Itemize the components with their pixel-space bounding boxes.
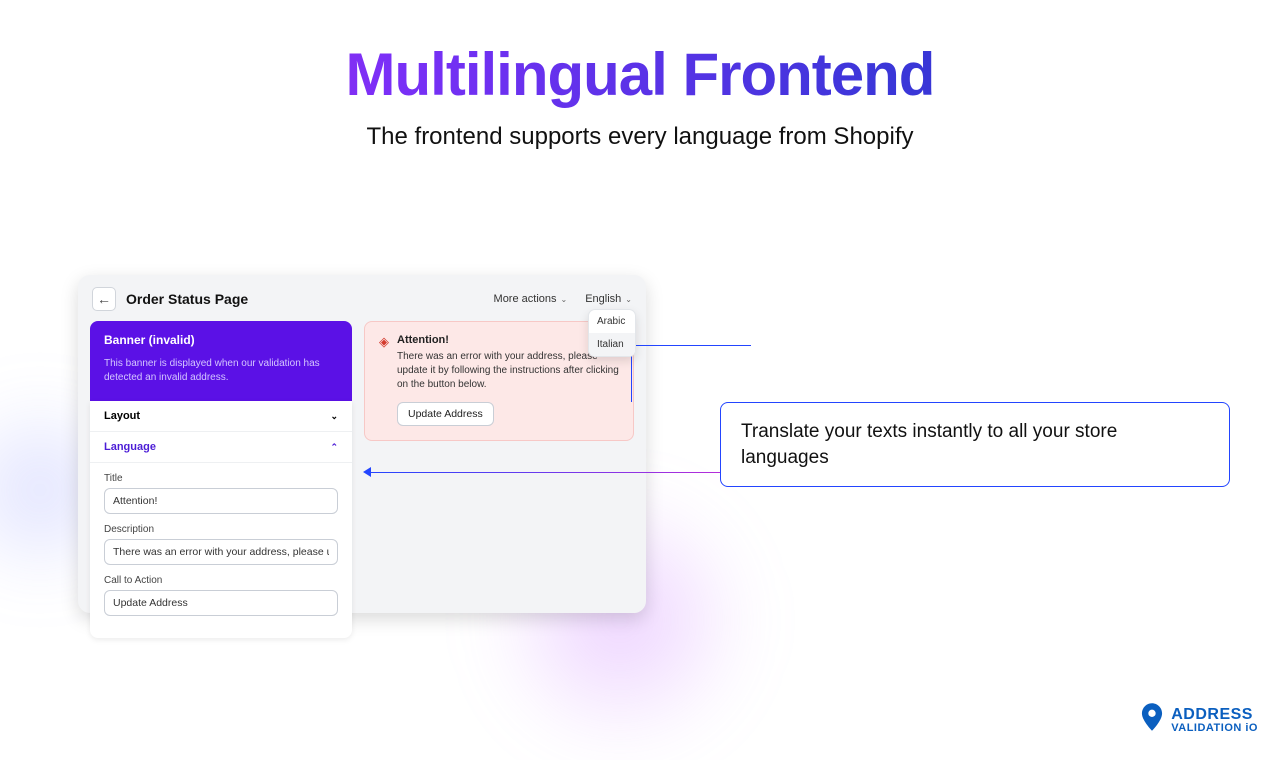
brand-line1: ADDRESS bbox=[1171, 707, 1258, 723]
callout-box: Translate your texts instantly to all yo… bbox=[720, 402, 1230, 487]
language-dropdown: Arabic Italian bbox=[588, 309, 636, 357]
map-pin-icon bbox=[1141, 703, 1163, 738]
description-input[interactable] bbox=[104, 539, 338, 565]
page-subtitle: The frontend supports every language fro… bbox=[0, 123, 1280, 151]
panel-title: Order Status Page bbox=[126, 291, 248, 307]
banner-card-description: This banner is displayed when our valida… bbox=[104, 357, 338, 385]
banner-card-title: Banner (invalid) bbox=[104, 333, 338, 347]
brand-logo: ADDRESS VALIDATION iO bbox=[1141, 703, 1258, 738]
title-label: Title bbox=[104, 473, 338, 484]
cta-label: Call to Action bbox=[104, 575, 338, 586]
arrow-left-icon: ← bbox=[97, 291, 111, 307]
accordion-language[interactable]: Language ⌃ bbox=[90, 432, 352, 463]
chevron-down-icon: ⌄ bbox=[561, 295, 568, 304]
warning-icon: ◈ bbox=[379, 334, 389, 350]
page-title: Multilingual Frontend bbox=[0, 40, 1280, 109]
chevron-down-icon: ⌄ bbox=[330, 411, 338, 422]
update-address-button[interactable]: Update Address bbox=[397, 402, 494, 426]
back-button[interactable]: ← bbox=[92, 287, 116, 311]
chevron-up-icon: ⌃ bbox=[330, 442, 338, 453]
settings-panel: ← Order Status Page More actions ⌄ Engli… bbox=[78, 275, 646, 613]
language-option-arabic[interactable]: Arabic bbox=[589, 310, 635, 333]
language-selector[interactable]: English ⌄ bbox=[585, 293, 632, 305]
description-label: Description bbox=[104, 524, 338, 535]
more-actions-menu[interactable]: More actions ⌄ bbox=[494, 293, 568, 305]
annotation-arrow bbox=[631, 345, 751, 402]
alert-title: Attention! bbox=[397, 334, 619, 346]
language-option-italian[interactable]: Italian bbox=[589, 333, 635, 356]
annotation-arrow bbox=[369, 472, 752, 474]
cta-input[interactable] bbox=[104, 590, 338, 616]
brand-line2: VALIDATION iO bbox=[1171, 723, 1258, 734]
arrow-head-icon bbox=[363, 467, 371, 477]
accordion-layout[interactable]: Layout ⌄ bbox=[90, 401, 352, 432]
alert-description: There was an error with your address, pl… bbox=[397, 350, 619, 392]
banner-info-card: Banner (invalid) This banner is displaye… bbox=[90, 321, 352, 401]
title-input[interactable] bbox=[104, 488, 338, 514]
chevron-down-icon: ⌄ bbox=[625, 295, 632, 304]
